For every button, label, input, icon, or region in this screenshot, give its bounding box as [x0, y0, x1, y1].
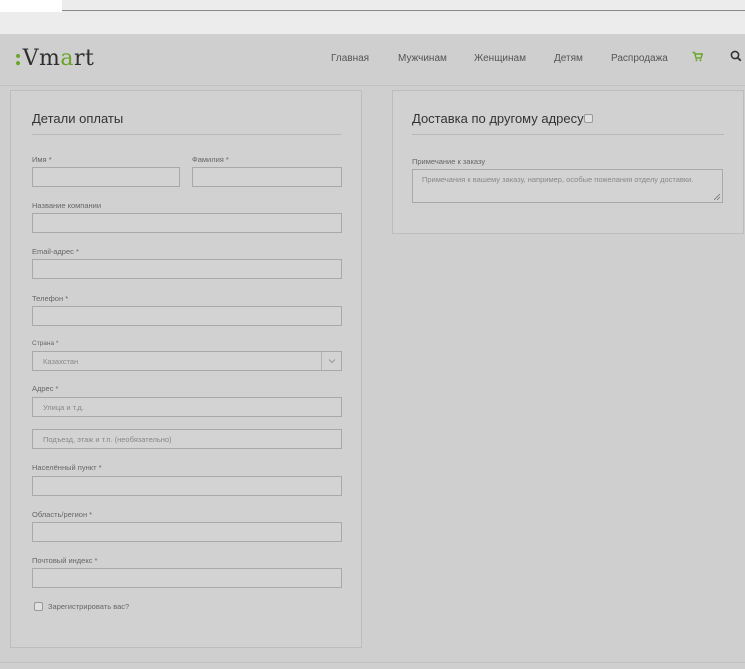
- company-field[interactable]: [32, 213, 342, 233]
- shipping-title-text: Доставка по другому адресу?: [412, 111, 591, 126]
- order-notes-textarea[interactable]: Примечания к вашему заказу, например, ос…: [412, 169, 723, 203]
- footer-divider: [0, 662, 745, 663]
- top-strip-line: [62, 10, 745, 11]
- order-notes-label: Примечание к заказу: [412, 157, 486, 166]
- shipping-title: Доставка по другому адресу?: [412, 111, 591, 126]
- phone-label: Телефон *: [32, 294, 69, 303]
- city-label: Населённый пункт *: [32, 463, 102, 472]
- nav-item-women[interactable]: Женщинам: [474, 53, 526, 64]
- top-strip: [0, 0, 745, 34]
- resize-handle-icon[interactable]: [714, 194, 720, 200]
- email-field[interactable]: [32, 259, 342, 279]
- billing-divider: [32, 134, 341, 135]
- country-select[interactable]: Казахстан: [32, 351, 342, 371]
- site-header: :Vmart Главная Мужчинам Женщинам Детям Р…: [0, 34, 745, 86]
- country-label: Страна *: [32, 340, 59, 347]
- shipping-panel: Доставка по другому адресу? Примечание к…: [392, 90, 744, 234]
- ship-different-address-checkbox[interactable]: [584, 114, 593, 123]
- order-notes-placeholder: Примечания к вашему заказу, например, ос…: [422, 175, 694, 184]
- phone-field[interactable]: [32, 306, 342, 326]
- first-name-field[interactable]: [32, 167, 180, 187]
- billing-title: Детали оплаты: [32, 111, 124, 126]
- region-field[interactable]: [32, 522, 342, 542]
- logo-part2: rt: [74, 46, 95, 71]
- nav-item-kids[interactable]: Детям: [554, 53, 583, 64]
- search-icon[interactable]: [730, 50, 742, 62]
- email-label: Email-адрес *: [32, 247, 79, 256]
- site-logo[interactable]: :Vmart: [14, 45, 94, 71]
- nav-item-home[interactable]: Главная: [331, 53, 369, 64]
- logo-accent: a: [60, 46, 74, 71]
- address-line2-field[interactable]: Подъезд, этаж и т.п. (необязательно): [32, 429, 342, 449]
- first-name-label: Имя *: [32, 155, 52, 164]
- register-label: Зарегистрировать вас?: [48, 602, 130, 611]
- company-label: Название компании: [32, 201, 102, 210]
- postcode-field[interactable]: [32, 568, 342, 588]
- register-checkbox[interactable]: [34, 602, 43, 611]
- top-strip-tab: [0, 0, 62, 12]
- city-field[interactable]: [32, 476, 342, 496]
- shipping-divider: [412, 134, 724, 135]
- last-name-label: Фамилия *: [192, 155, 229, 164]
- address-line1-field[interactable]: Улица и т.д.: [32, 397, 342, 417]
- postcode-label: Почтовый индекс *: [32, 556, 98, 565]
- address-line2-placeholder: Подъезд, этаж и т.п. (необязательно): [43, 435, 172, 444]
- country-value: Казахстан: [43, 357, 79, 366]
- billing-panel: Детали оплаты Имя * Фамилия * Название к…: [10, 90, 362, 648]
- cart-icon[interactable]: [692, 51, 703, 62]
- address-line1-placeholder: Улица и т.д.: [43, 403, 84, 412]
- nav-item-men[interactable]: Мужчинам: [398, 53, 447, 64]
- nav-item-sale[interactable]: Распродажа: [611, 53, 668, 64]
- last-name-field[interactable]: [192, 167, 342, 187]
- select-arrow-box: [321, 352, 341, 370]
- address-label: Адрес *: [32, 384, 59, 393]
- logo-part1: Vm: [22, 46, 61, 71]
- region-label: Область/регион *: [32, 510, 93, 519]
- chevron-down-icon: [328, 359, 336, 364]
- logo-prefix: :: [14, 45, 23, 71]
